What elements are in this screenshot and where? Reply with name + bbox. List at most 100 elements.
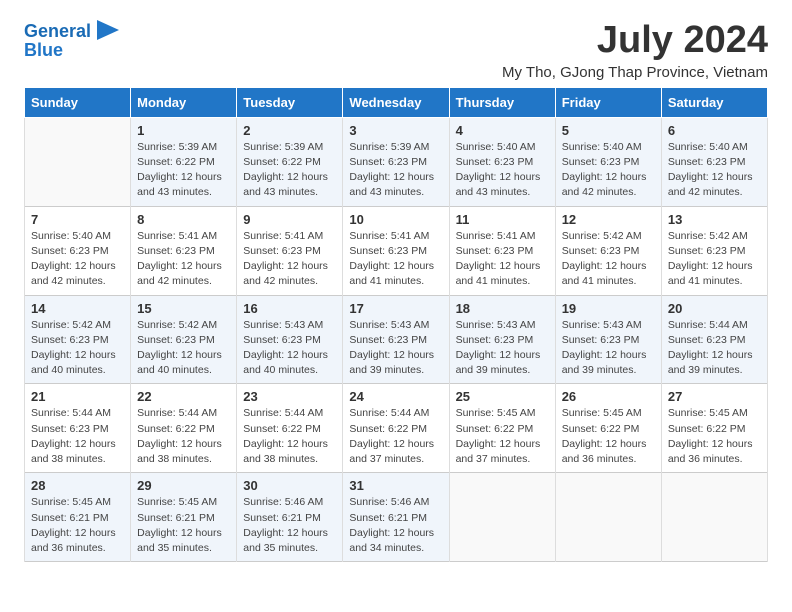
day-info: Sunrise: 5:43 AM Sunset: 6:23 PM Dayligh… [349,318,442,379]
day-info: Sunrise: 5:40 AM Sunset: 6:23 PM Dayligh… [31,229,124,290]
calendar-cell: 30 Sunrise: 5:46 AM Sunset: 6:21 PM Dayli… [237,473,343,562]
calendar-cell [555,473,661,562]
day-number: 24 [349,389,442,404]
day-number: 26 [562,389,655,404]
logo: General Blue [24,20,121,62]
col-header-tuesday: Tuesday [237,87,343,117]
day-info: Sunrise: 5:41 AM Sunset: 6:23 PM Dayligh… [456,229,549,290]
calendar-cell: 21 Sunrise: 5:44 AM Sunset: 6:23 PM Dayli… [25,384,131,473]
day-number: 18 [456,301,549,316]
calendar-cell: 31 Sunrise: 5:46 AM Sunset: 6:21 PM Dayli… [343,473,449,562]
col-header-thursday: Thursday [449,87,555,117]
day-info: Sunrise: 5:44 AM Sunset: 6:22 PM Dayligh… [243,406,336,467]
calendar-cell: 14 Sunrise: 5:42 AM Sunset: 6:23 PM Dayli… [25,295,131,384]
day-number: 23 [243,389,336,404]
calendar-cell: 24 Sunrise: 5:44 AM Sunset: 6:22 PM Dayli… [343,384,449,473]
calendar-week-row: 14 Sunrise: 5:42 AM Sunset: 6:23 PM Dayli… [25,295,768,384]
day-info: Sunrise: 5:44 AM Sunset: 6:23 PM Dayligh… [668,318,761,379]
day-number: 19 [562,301,655,316]
calendar-cell: 17 Sunrise: 5:43 AM Sunset: 6:23 PM Dayli… [343,295,449,384]
day-info: Sunrise: 5:46 AM Sunset: 6:21 PM Dayligh… [243,495,336,556]
day-number: 10 [349,212,442,227]
calendar-table: SundayMondayTuesdayWednesdayThursdayFrid… [24,87,768,562]
calendar-header-row: SundayMondayTuesdayWednesdayThursdayFrid… [25,87,768,117]
calendar-cell: 18Sunrise: 5:43 AM Sunset: 6:23 PM Dayli… [449,295,555,384]
col-header-wednesday: Wednesday [343,87,449,117]
day-info: Sunrise: 5:39 AM Sunset: 6:22 PM Dayligh… [243,140,336,201]
calendar-cell: 28Sunrise: 5:45 AM Sunset: 6:21 PM Dayli… [25,473,131,562]
day-info: Sunrise: 5:40 AM Sunset: 6:23 PM Dayligh… [668,140,761,201]
day-number: 13 [668,212,761,227]
day-number: 6 [668,123,761,138]
day-info: Sunrise: 5:45 AM Sunset: 6:22 PM Dayligh… [668,406,761,467]
page-header: General Blue July 2024 My Tho, GJong Tha… [24,20,768,81]
day-info: Sunrise: 5:44 AM Sunset: 6:22 PM Dayligh… [137,406,230,467]
calendar-cell: 25 Sunrise: 5:45 AM Sunset: 6:22 PM Dayli… [449,384,555,473]
calendar-cell [661,473,767,562]
day-number: 21 [31,389,124,404]
day-info: Sunrise: 5:45 AM Sunset: 6:21 PM Dayligh… [137,495,230,556]
calendar-cell: 23 Sunrise: 5:44 AM Sunset: 6:22 PM Dayli… [237,384,343,473]
title-block: July 2024 My Tho, GJong Thap Province, V… [502,20,768,81]
logo-icon [93,16,121,44]
day-info: Sunrise: 5:42 AM Sunset: 6:23 PM Dayligh… [668,229,761,290]
day-number: 30 [243,478,336,493]
calendar-cell: 4 Sunrise: 5:40 AM Sunset: 6:23 PM Daylig… [449,117,555,206]
calendar-cell [25,117,131,206]
day-number: 14 [31,301,124,316]
day-info: Sunrise: 5:46 AM Sunset: 6:21 PM Dayligh… [349,495,442,556]
day-number: 2 [243,123,336,138]
subtitle: My Tho, GJong Thap Province, Vietnam [502,64,768,81]
day-info: Sunrise: 5:44 AM Sunset: 6:23 PM Dayligh… [31,406,124,467]
day-number: 31 [349,478,442,493]
day-info: Sunrise: 5:41 AM Sunset: 6:23 PM Dayligh… [243,229,336,290]
col-header-sunday: Sunday [25,87,131,117]
day-number: 12 [562,212,655,227]
day-number: 17 [349,301,442,316]
calendar-cell: 20Sunrise: 5:44 AM Sunset: 6:23 PM Dayli… [661,295,767,384]
day-info: Sunrise: 5:42 AM Sunset: 6:23 PM Dayligh… [562,229,655,290]
day-number: 9 [243,212,336,227]
calendar-cell: 15 Sunrise: 5:42 AM Sunset: 6:23 PM Dayli… [131,295,237,384]
day-number: 1 [137,123,230,138]
day-number: 7 [31,212,124,227]
calendar-cell: 19 Sunrise: 5:43 AM Sunset: 6:23 PM Dayli… [555,295,661,384]
day-number: 25 [456,389,549,404]
col-header-monday: Monday [131,87,237,117]
calendar-cell: 3Sunrise: 5:39 AM Sunset: 6:23 PM Daylig… [343,117,449,206]
day-info: Sunrise: 5:40 AM Sunset: 6:23 PM Dayligh… [456,140,549,201]
day-number: 16 [243,301,336,316]
day-info: Sunrise: 5:42 AM Sunset: 6:23 PM Dayligh… [31,318,124,379]
calendar-cell: 11 Sunrise: 5:41 AM Sunset: 6:23 PM Dayli… [449,206,555,295]
day-number: 11 [456,212,549,227]
day-info: Sunrise: 5:39 AM Sunset: 6:23 PM Dayligh… [349,140,442,201]
day-number: 22 [137,389,230,404]
day-info: Sunrise: 5:42 AM Sunset: 6:23 PM Dayligh… [137,318,230,379]
calendar-cell: 12 Sunrise: 5:42 AM Sunset: 6:23 PM Dayli… [555,206,661,295]
calendar-week-row: 21 Sunrise: 5:44 AM Sunset: 6:23 PM Dayli… [25,384,768,473]
day-number: 28 [31,478,124,493]
day-number: 8 [137,212,230,227]
month-title: July 2024 [502,20,768,62]
calendar-cell: 6 Sunrise: 5:40 AM Sunset: 6:23 PM Daylig… [661,117,767,206]
day-info: Sunrise: 5:43 AM Sunset: 6:23 PM Dayligh… [243,318,336,379]
calendar-cell: 9 Sunrise: 5:41 AM Sunset: 6:23 PM Daylig… [237,206,343,295]
day-number: 29 [137,478,230,493]
calendar-cell: 16 Sunrise: 5:43 AM Sunset: 6:23 PM Dayli… [237,295,343,384]
day-info: Sunrise: 5:45 AM Sunset: 6:22 PM Dayligh… [456,406,549,467]
calendar-cell: 22 Sunrise: 5:44 AM Sunset: 6:22 PM Dayli… [131,384,237,473]
calendar-week-row: 1 Sunrise: 5:39 AM Sunset: 6:22 PM Daylig… [25,117,768,206]
calendar-cell: 1Sunrise: 5:39 AM Sunset: 6:22 PM Daylig… [131,117,237,206]
day-info: Sunrise: 5:41 AM Sunset: 6:23 PM Dayligh… [137,229,230,290]
calendar-cell: 27 Sunrise: 5:45 AM Sunset: 6:22 PM Dayli… [661,384,767,473]
calendar-week-row: 7 Sunrise: 5:40 AM Sunset: 6:23 PM Daylig… [25,206,768,295]
day-number: 15 [137,301,230,316]
day-number: 27 [668,389,761,404]
calendar-week-row: 28 Sunrise: 5:45 AM Sunset: 6:21 PM Dayli… [25,473,768,562]
day-info: Sunrise: 5:43 AM Sunset: 6:23 PM Dayligh… [562,318,655,379]
day-info: Sunrise: 5:44 AM Sunset: 6:22 PM Dayligh… [349,406,442,467]
day-number: 4 [456,123,549,138]
calendar-cell: 13 Sunrise: 5:42 AM Sunset: 6:23 PM Dayli… [661,206,767,295]
calendar-cell: 10Sunrise: 5:41 AM Sunset: 6:23 PM Dayli… [343,206,449,295]
logo-blue-text: Blue [24,40,63,60]
